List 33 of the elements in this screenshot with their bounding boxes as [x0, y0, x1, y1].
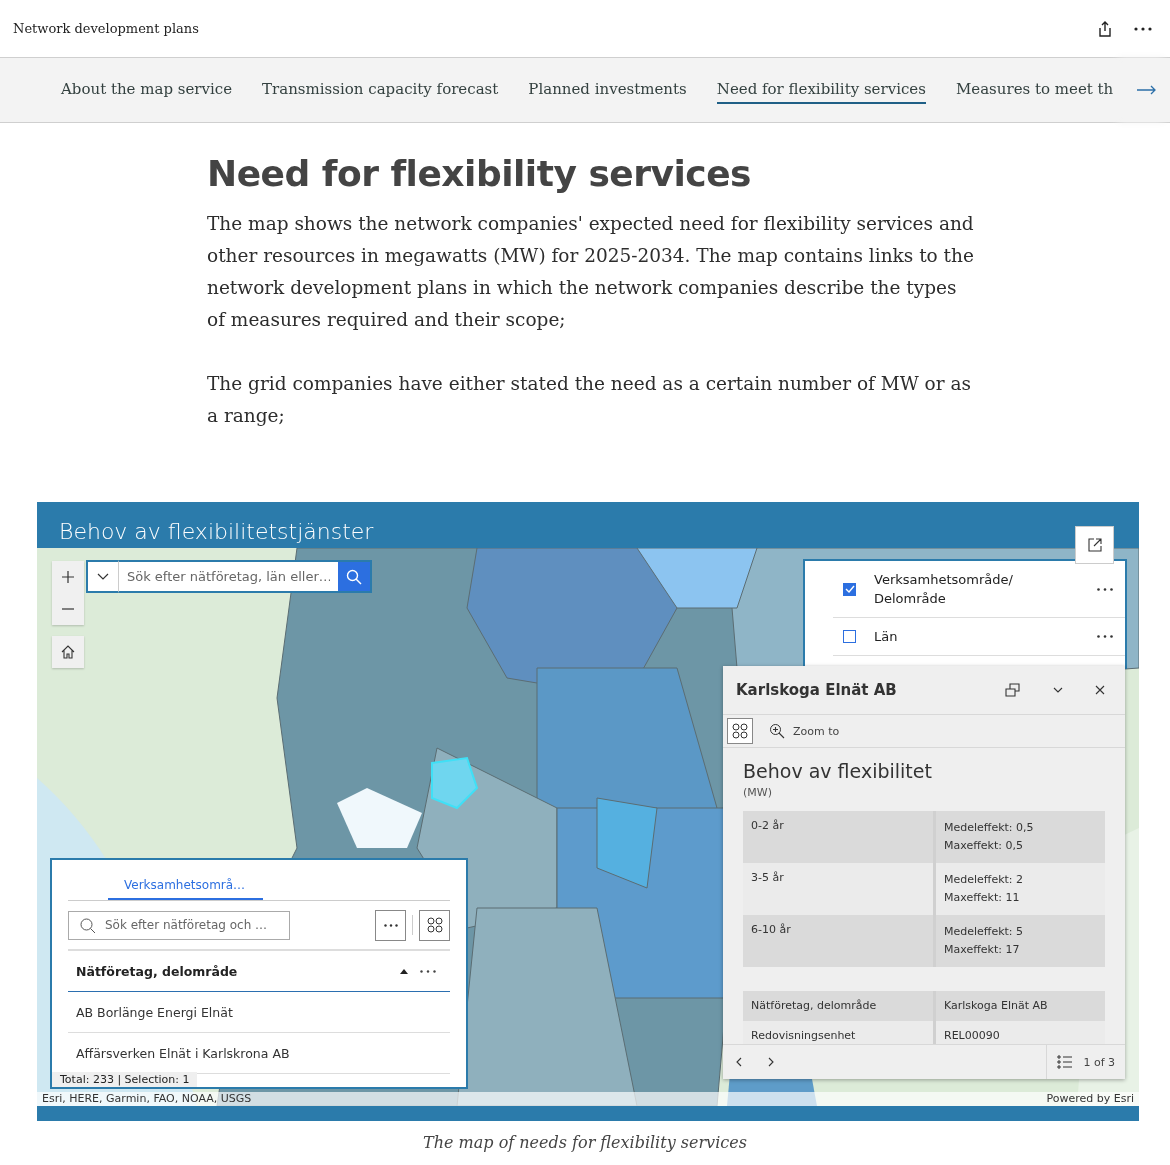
- powered-by-link[interactable]: Powered by Esri: [1046, 1092, 1134, 1106]
- nav-tab[interactable]: Transmission capacity forecast: [262, 76, 499, 104]
- site-title: Network development plans: [13, 21, 199, 36]
- table-cell-text: Medeleffekt: 5 Maxeffekt: 17: [943, 924, 1025, 958]
- table-summary: Total: 233 | Selection: 1: [52, 1072, 198, 1087]
- map-attribution: Esri, HERE, Garmin, FAO, NOAA, USGS: [42, 1092, 252, 1106]
- nav-tab[interactable]: About the map service: [61, 76, 233, 104]
- table-cell-text: Medeleffekt: 0,5 Maxeffekt: 0,5: [943, 820, 1035, 854]
- zoom-to-button[interactable]: Zoom to: [763, 722, 846, 740]
- table-tab[interactable]: Verksamhetsområ…: [108, 876, 264, 900]
- table-search-field[interactable]: Sök efter nätföretag och …: [68, 910, 290, 940]
- feature-pager-button[interactable]: 1 of 3: [1046, 1045, 1125, 1079]
- nav-tab[interactable]: Need for flexibility services: [716, 76, 926, 104]
- map-title: Behov av flexibilitetstjänster: [59, 519, 374, 544]
- nav-tab[interactable]: Planned investments: [528, 76, 687, 104]
- layer-label: Verksamhetsområde/ Delområde: [874, 571, 1014, 608]
- table-row[interactable]: AB Borlänge Energi Elnät: [68, 992, 450, 1033]
- column-header[interactable]: Nätföretag, delområde: [76, 963, 388, 979]
- map-caption: The map of needs for flexibility services: [422, 1133, 748, 1152]
- map-search-field[interactable]: Sök efter nätföretag, län eller…: [119, 560, 338, 593]
- body-paragraph: The map shows the network companies' expected need for flexibility services and other resources in megawatts (MW) for 2025-2034. The map contains links to the network development plans in which the network companies describe the types of measures required and their scope;: [207, 212, 975, 332]
- table-cell-text: Karlskoga Elnät AB: [943, 998, 1049, 1014]
- table-cell: Redovisningsenhet: [743, 1021, 936, 1044]
- popup-heading: Behov av flexibilitet: [743, 760, 933, 782]
- popup-unit: (MW): [743, 786, 773, 799]
- nav-tab[interactable]: Measures to meet th: [955, 76, 1114, 104]
- table-cell-text: Medeleffekt: 2 Maxeffekt: 11: [943, 872, 1025, 906]
- popup-title: Karlskoga Elnät AB: [736, 681, 898, 699]
- table-cell-text: REL00090: [943, 1028, 1001, 1044]
- layer-label: Län: [874, 628, 899, 646]
- body-paragraph: The grid companies have either stated the need as a certain number of MW or as a range;: [207, 372, 972, 428]
- page-heading: Need for flexibility services: [207, 153, 752, 194]
- table-cell: 6-10 år: [743, 915, 936, 967]
